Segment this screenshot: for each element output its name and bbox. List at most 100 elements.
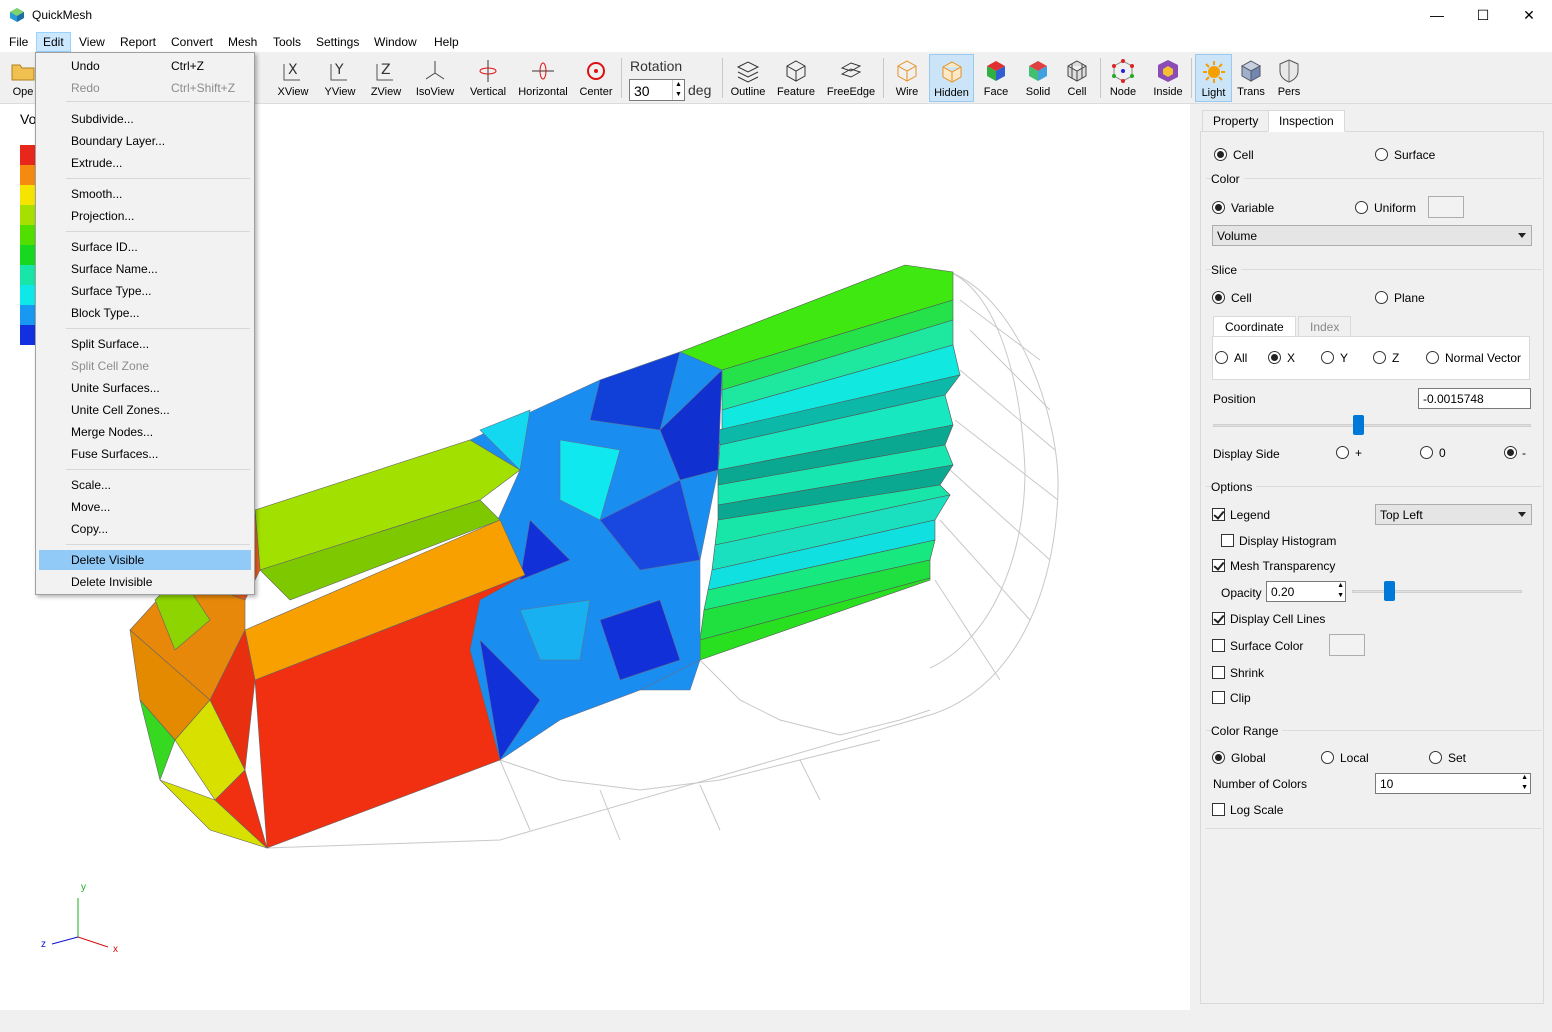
position-input[interactable]: -0.0015748 bbox=[1418, 388, 1531, 409]
menu-settings[interactable]: Settings bbox=[310, 32, 365, 52]
position-slider-track[interactable] bbox=[1213, 424, 1531, 427]
mesh-transparency-checkbox[interactable] bbox=[1212, 559, 1225, 572]
pers-button[interactable]: Pers bbox=[1272, 54, 1306, 102]
yview-button[interactable]: Y YView bbox=[320, 54, 360, 102]
inspect-surface-radio[interactable] bbox=[1375, 148, 1388, 161]
display-histogram-checkbox[interactable] bbox=[1221, 534, 1234, 547]
side-zero-radio[interactable] bbox=[1420, 446, 1433, 459]
menu-boundary-layer[interactable]: Boundary Layer... bbox=[39, 131, 251, 151]
menu-convert[interactable]: Convert bbox=[165, 32, 219, 52]
light-button[interactable]: Light bbox=[1195, 54, 1232, 102]
spin-up-icon[interactable]: ▲ bbox=[672, 80, 684, 90]
menu-move[interactable]: Move... bbox=[39, 497, 251, 517]
spin-down-icon[interactable]: ▼ bbox=[1337, 592, 1344, 599]
menu-smooth[interactable]: Smooth... bbox=[39, 184, 251, 204]
shrink-checkbox[interactable] bbox=[1212, 666, 1225, 679]
tab-inspection[interactable]: Inspection bbox=[1268, 110, 1345, 132]
menu-undo[interactable]: Undo Ctrl+Z bbox=[39, 56, 251, 76]
feature-button[interactable]: Feature bbox=[774, 54, 818, 102]
menu-extrude[interactable]: Extrude... bbox=[39, 153, 251, 173]
side-plus-radio[interactable] bbox=[1336, 446, 1349, 459]
color-variable-radio[interactable] bbox=[1212, 201, 1225, 214]
display-cell-lines-checkbox[interactable] bbox=[1212, 612, 1225, 625]
slice-plane-radio[interactable] bbox=[1375, 291, 1388, 304]
zview-button[interactable]: Z ZView bbox=[366, 54, 406, 102]
solid-button[interactable]: Solid bbox=[1019, 54, 1057, 102]
range-local-radio[interactable] bbox=[1321, 751, 1334, 764]
opacity-slider-track[interactable] bbox=[1352, 590, 1522, 593]
close-button[interactable]: ✕ bbox=[1506, 0, 1552, 31]
menu-unite-surfaces[interactable]: Unite Surfaces... bbox=[39, 378, 251, 398]
menu-surface-name[interactable]: Surface Name... bbox=[39, 259, 251, 279]
menu-surface-id[interactable]: Surface ID... bbox=[39, 237, 251, 257]
axis-z-radio[interactable] bbox=[1373, 351, 1386, 364]
position-slider-handle[interactable] bbox=[1353, 415, 1364, 435]
opacity-spinbox[interactable]: 0.20 ▲ ▼ bbox=[1266, 581, 1346, 602]
rotation-spinbox[interactable]: 30 ▲ ▼ bbox=[629, 79, 685, 101]
rotation-value[interactable]: 30 bbox=[634, 83, 650, 99]
menu-unite-cell-zones[interactable]: Unite Cell Zones... bbox=[39, 400, 251, 420]
menu-tools[interactable]: Tools bbox=[267, 32, 307, 52]
node-button[interactable]: Node bbox=[1105, 54, 1141, 102]
spin-up-icon[interactable]: ▲ bbox=[1337, 582, 1344, 589]
maximize-button[interactable]: ☐ bbox=[1460, 0, 1506, 31]
menu-copy[interactable]: Copy... bbox=[39, 519, 251, 539]
menu-subdivide[interactable]: Subdivide... bbox=[39, 109, 251, 129]
clip-checkbox[interactable] bbox=[1212, 691, 1225, 704]
legend-checkbox[interactable] bbox=[1212, 508, 1225, 521]
slice-cell-radio[interactable] bbox=[1212, 291, 1225, 304]
menu-view[interactable]: View bbox=[73, 32, 111, 52]
wire-button[interactable]: Wire bbox=[888, 54, 926, 102]
spin-up-icon[interactable]: ▲ bbox=[1521, 774, 1528, 781]
minimize-button[interactable]: — bbox=[1414, 0, 1460, 31]
menu-redo[interactable]: Redo Ctrl+Shift+Z bbox=[39, 78, 251, 98]
menu-help[interactable]: Help bbox=[428, 32, 465, 52]
menu-edit[interactable]: Edit bbox=[36, 32, 71, 52]
menu-split-surface[interactable]: Split Surface... bbox=[39, 334, 251, 354]
legend-position-select[interactable]: Top Left bbox=[1375, 504, 1532, 525]
horizontal-rotate-button[interactable]: Horizontal bbox=[516, 54, 570, 102]
inside-button[interactable]: Inside bbox=[1148, 54, 1188, 102]
xview-button[interactable]: X XView bbox=[274, 54, 312, 102]
axis-y-radio[interactable] bbox=[1321, 351, 1334, 364]
subtab-coordinate[interactable]: Coordinate bbox=[1213, 316, 1296, 337]
uniform-color-button[interactable] bbox=[1428, 196, 1464, 218]
menu-delete-visible[interactable]: Delete Visible bbox=[39, 550, 251, 570]
hidden-button[interactable]: Hidden bbox=[929, 54, 974, 102]
outline-button[interactable]: Outline bbox=[728, 54, 768, 102]
log-scale-checkbox[interactable] bbox=[1212, 803, 1225, 816]
menu-surface-type[interactable]: Surface Type... bbox=[39, 281, 251, 301]
surface-color-checkbox[interactable] bbox=[1212, 639, 1225, 652]
menu-fuse-surfaces[interactable]: Fuse Surfaces... bbox=[39, 444, 251, 464]
cell-button[interactable]: Cell bbox=[1060, 54, 1094, 102]
menu-split-cell-zone[interactable]: Split Cell Zone bbox=[39, 356, 251, 376]
freeedge-button[interactable]: FreeEdge bbox=[824, 54, 878, 102]
side-minus-radio[interactable] bbox=[1504, 446, 1517, 459]
menu-merge-nodes[interactable]: Merge Nodes... bbox=[39, 422, 251, 442]
vertical-rotate-button[interactable]: Vertical bbox=[466, 54, 510, 102]
variable-select[interactable]: Volume bbox=[1212, 225, 1532, 246]
menu-projection[interactable]: Projection... bbox=[39, 206, 251, 226]
axis-normal-radio[interactable] bbox=[1426, 351, 1439, 364]
center-button[interactable]: Center bbox=[576, 54, 616, 102]
face-button[interactable]: Face bbox=[978, 54, 1014, 102]
range-global-radio[interactable] bbox=[1212, 751, 1225, 764]
menu-delete-invisible[interactable]: Delete Invisible bbox=[39, 572, 251, 592]
color-uniform-radio[interactable] bbox=[1355, 201, 1368, 214]
tab-property[interactable]: Property bbox=[1202, 110, 1270, 132]
menu-file[interactable]: File bbox=[3, 32, 34, 52]
subtab-index[interactable]: Index bbox=[1298, 316, 1352, 337]
surface-color-button[interactable] bbox=[1329, 634, 1365, 656]
menu-scale[interactable]: Scale... bbox=[39, 475, 251, 495]
menu-block-type[interactable]: Block Type... bbox=[39, 303, 251, 323]
axis-all-radio[interactable] bbox=[1215, 351, 1228, 364]
spin-down-icon[interactable]: ▼ bbox=[1521, 784, 1528, 791]
menu-mesh[interactable]: Mesh bbox=[222, 32, 263, 52]
spin-down-icon[interactable]: ▼ bbox=[672, 90, 684, 100]
axis-x-radio[interactable] bbox=[1268, 351, 1281, 364]
opacity-slider-handle[interactable] bbox=[1384, 581, 1395, 601]
isoview-button[interactable]: IsoView bbox=[412, 54, 458, 102]
menu-report[interactable]: Report bbox=[114, 32, 162, 52]
range-set-radio[interactable] bbox=[1429, 751, 1442, 764]
number-of-colors-spinbox[interactable]: 10 ▲ ▼ bbox=[1375, 773, 1531, 794]
